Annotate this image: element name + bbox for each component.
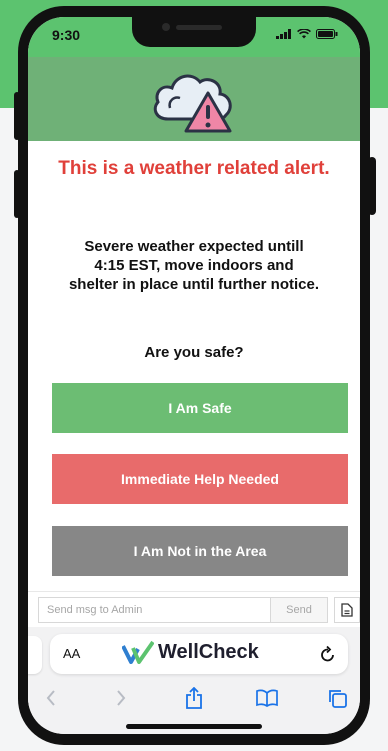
document-icon	[341, 603, 353, 617]
message-bar: Send	[28, 591, 360, 628]
wellcheck-logo-icon	[122, 640, 154, 664]
browser-toolbar	[28, 683, 360, 713]
wifi-icon	[297, 29, 311, 39]
phone-frame: 9:30 This is a weather related alert. Se…	[18, 6, 370, 745]
bookmarks-button[interactable]	[252, 683, 282, 713]
forward-button[interactable]	[106, 683, 136, 713]
immediate-help-button[interactable]: Immediate Help Needed	[52, 454, 348, 504]
text-size-button[interactable]: AA	[63, 646, 80, 661]
notch	[132, 17, 256, 47]
reload-icon[interactable]	[320, 645, 336, 663]
share-icon	[186, 687, 202, 709]
admin-message-input[interactable]	[38, 597, 270, 623]
browser-chrome: AA WellCheck	[28, 627, 360, 734]
send-button[interactable]: Send	[270, 597, 328, 623]
address-bar[interactable]: AA WellCheck	[50, 634, 348, 674]
camera	[162, 23, 170, 31]
cloud-warning-icon	[153, 74, 232, 133]
site-logo: WellCheck	[122, 640, 259, 664]
book-icon	[256, 689, 278, 707]
battery-icon	[316, 29, 338, 39]
site-name: WellCheck	[158, 640, 259, 663]
speaker	[176, 25, 222, 30]
signal-icon	[276, 29, 291, 39]
alert-header	[28, 57, 360, 141]
home-indicator	[126, 724, 262, 729]
attach-file-button[interactable]	[334, 597, 360, 623]
back-button[interactable]	[36, 683, 66, 713]
status-time: 9:30	[52, 27, 81, 43]
share-button[interactable]	[179, 683, 209, 713]
alert-title: This is a weather related alert.	[58, 158, 330, 179]
tabs-icon	[329, 690, 347, 708]
chevron-right-icon	[117, 690, 126, 706]
alert-message: Severe weather expected untill 4:15 EST,…	[68, 238, 320, 293]
previous-tab[interactable]	[28, 636, 42, 674]
safety-question: Are you safe?	[144, 344, 244, 361]
not-in-area-button[interactable]: I Am Not in the Area	[52, 526, 348, 576]
chevron-left-icon	[46, 690, 55, 706]
status-bar: 9:30	[28, 17, 360, 57]
phone-screen: 9:30 This is a weather related alert. Se…	[28, 17, 360, 734]
i-am-safe-button[interactable]: I Am Safe	[52, 383, 348, 433]
status-icons	[276, 29, 338, 39]
tabs-button[interactable]	[322, 683, 352, 713]
